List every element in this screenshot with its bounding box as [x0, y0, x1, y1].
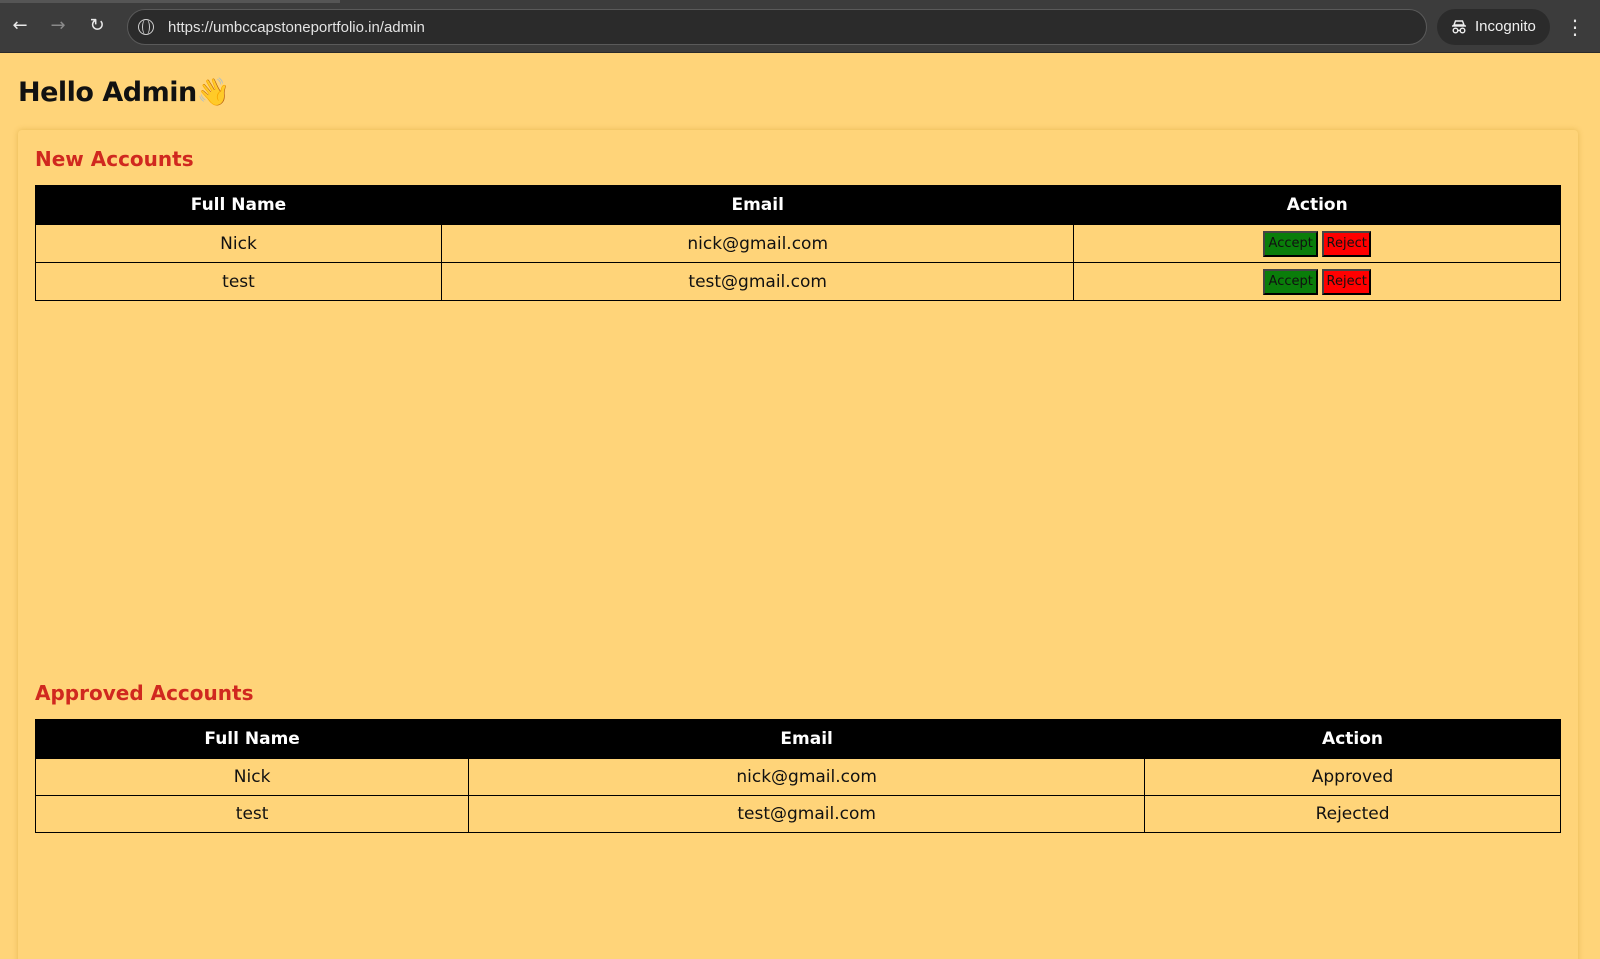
table-row: test test@gmail.com Rejected [34, 795, 1561, 833]
full-name-cell: test [35, 262, 442, 301]
page-title: Hello Admin👋 [18, 77, 230, 108]
column-header-email: Email [440, 185, 1075, 225]
forward-arrow-icon[interactable]: → [46, 14, 70, 38]
reload-icon[interactable]: ↻ [85, 14, 109, 38]
accept-button[interactable]: Accept [1263, 268, 1319, 295]
active-tab-indicator [0, 0, 340, 3]
table-header-row: Full Name Email Action [34, 719, 1561, 759]
status-cell: Approved [1144, 758, 1561, 796]
table-row: Nick nick@gmail.com Accept Reject [35, 224, 1561, 263]
reject-button[interactable]: Reject [1322, 230, 1372, 257]
email-cell: nick@gmail.com [468, 758, 1146, 796]
column-header-email: Email [468, 719, 1146, 759]
new-accounts-heading: New Accounts [35, 147, 194, 171]
full-name-cell: test [34, 795, 470, 833]
approved-accounts-table: Full Name Email Action Nick nick@gmail.c… [34, 719, 1561, 833]
status-cell: Rejected [1144, 795, 1561, 833]
email-cell: test@gmail.com [468, 795, 1146, 833]
browser-toolbar: ← → ↻ https://umbccapstoneportfolio.in/a… [0, 0, 1600, 53]
email-cell: nick@gmail.com [440, 224, 1075, 263]
new-accounts-table: Full Name Email Action Nick nick@gmail.c… [35, 185, 1561, 301]
action-cell: Accept Reject [1073, 224, 1561, 263]
accept-button[interactable]: Accept [1263, 230, 1319, 257]
full-name-cell: Nick [35, 224, 442, 263]
url-text[interactable]: https://umbccapstoneportfolio.in/admin [168, 19, 425, 36]
table-header-row: Full Name Email Action [35, 185, 1561, 225]
table-row: test test@gmail.com Accept Reject [35, 262, 1561, 301]
column-header-full-name: Full Name [35, 185, 442, 225]
table-row: Nick nick@gmail.com Approved [34, 758, 1561, 796]
incognito-icon [1452, 20, 1466, 34]
incognito-label: Incognito [1475, 18, 1536, 35]
approved-accounts-heading: Approved Accounts [35, 681, 254, 705]
full-name-cell: Nick [34, 758, 470, 796]
email-cell: test@gmail.com [440, 262, 1075, 301]
column-header-action: Action [1073, 185, 1561, 225]
incognito-indicator[interactable]: Incognito [1437, 9, 1550, 45]
reject-button[interactable]: Reject [1322, 268, 1372, 295]
back-arrow-icon[interactable]: ← [8, 14, 32, 38]
column-header-full-name: Full Name [34, 719, 470, 759]
action-cell: Accept Reject [1073, 262, 1561, 301]
address-bar[interactable]: https://umbccapstoneportfolio.in/admin [127, 9, 1427, 45]
kebab-menu-icon[interactable]: ⋮ [1565, 14, 1585, 40]
site-info-icon[interactable] [138, 19, 154, 35]
column-header-action: Action [1144, 719, 1561, 759]
